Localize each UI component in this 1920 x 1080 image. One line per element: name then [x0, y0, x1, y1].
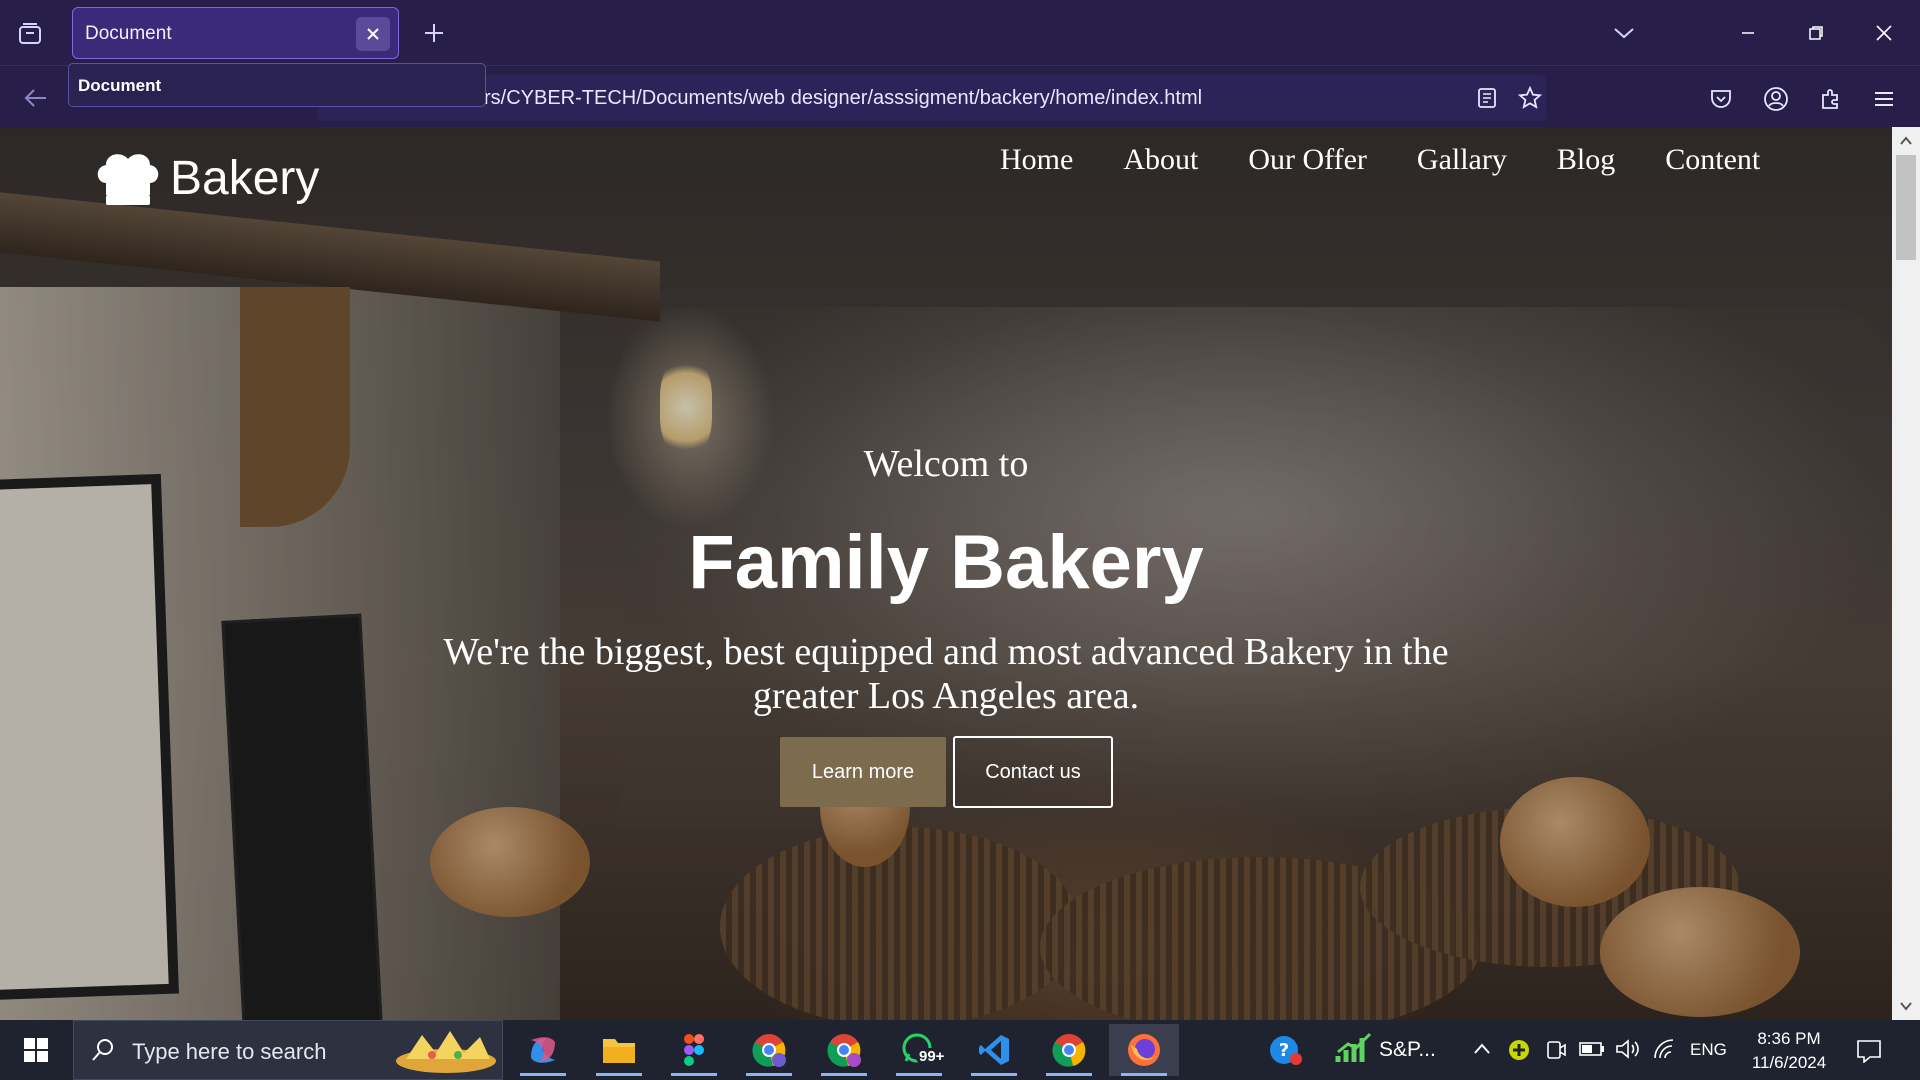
search-icon: [92, 1039, 113, 1061]
hero-subtitle: Welcom to: [863, 443, 1029, 485]
nav-gallary[interactable]: Gallary: [1417, 143, 1507, 177]
taskbar-chrome-icon[interactable]: [1034, 1024, 1104, 1076]
tab-list-icon[interactable]: [10, 14, 50, 54]
tray-app-icon[interactable]: [1507, 1038, 1531, 1067]
taskbar-copilot-icon[interactable]: [508, 1024, 578, 1076]
taskbar-firefox-icon[interactable]: [1109, 1024, 1179, 1076]
taskbar-file-explorer-icon[interactable]: [584, 1024, 654, 1076]
taskbar-search-box[interactable]: Type here to search: [73, 1020, 503, 1080]
hamburger-menu-icon[interactable]: [1867, 82, 1901, 116]
site-logo[interactable]: Bakery: [92, 149, 319, 207]
running-indicator: [596, 1073, 642, 1076]
back-arrow-icon[interactable]: [18, 80, 54, 116]
restore-window-icon[interactable]: [1782, 0, 1850, 65]
notification-center-icon[interactable]: [1850, 1034, 1888, 1068]
account-icon[interactable]: [1759, 82, 1793, 116]
nav-content[interactable]: Content: [1665, 143, 1760, 177]
meet-now-icon[interactable]: [1545, 1038, 1567, 1067]
page-scrollbar[interactable]: [1892, 127, 1920, 1020]
clock-date: 11/6/2024: [1751, 1053, 1827, 1072]
hero-description: We're the biggest, best equipped and mos…: [443, 631, 1449, 717]
browser-tab-bar: Document: [0, 0, 1920, 65]
close-window-icon[interactable]: [1850, 0, 1918, 65]
minimize-window-icon[interactable]: [1714, 0, 1782, 65]
windows-taskbar: Type here to search 99+ ? S&P... ENG 8:3…: [0, 1020, 1920, 1080]
running-indicator: [971, 1073, 1017, 1076]
wifi-icon[interactable]: [1652, 1038, 1678, 1067]
chef-hat-icon: [97, 154, 159, 205]
taskbar-chrome-profile-icon[interactable]: [809, 1024, 879, 1076]
language-indicator[interactable]: ENG: [1690, 1040, 1727, 1060]
taskbar-chrome-profile-icon[interactable]: [734, 1024, 804, 1076]
logo-text: Bakery: [170, 151, 320, 205]
chevron-down-icon[interactable]: [1608, 18, 1640, 48]
windows-start-icon[interactable]: [12, 1030, 60, 1070]
close-tab-icon[interactable]: [356, 17, 390, 51]
clock-time: 8:36 PM: [1757, 1029, 1821, 1048]
help-icon[interactable]: ?: [1268, 1032, 1304, 1073]
extensions-puzzle-icon[interactable]: [1814, 82, 1848, 116]
running-indicator: [1121, 1073, 1167, 1076]
stock-label[interactable]: S&P...: [1379, 1038, 1436, 1062]
running-indicator: [520, 1073, 566, 1076]
tab-title: Document: [85, 23, 172, 44]
taskbar-whatsapp-icon[interactable]: 99+: [884, 1024, 954, 1076]
tab-tooltip: Document: [68, 63, 486, 107]
running-indicator: [896, 1073, 942, 1076]
scroll-down-arrow-icon[interactable]: [1892, 992, 1920, 1020]
url-text[interactable]: rs/CYBER-TECH/Documents/web designer/ass…: [484, 87, 1202, 110]
page-viewport: Bakery Home About Our Offer Gallary Blog…: [0, 127, 1920, 1020]
scrollbar-thumb[interactable]: [1896, 155, 1916, 260]
search-placeholder: Type here to search: [132, 1039, 327, 1064]
svg-text:?: ?: [1279, 1040, 1289, 1061]
nav-our-offer[interactable]: Our Offer: [1248, 143, 1367, 177]
learn-more-button[interactable]: Learn more: [780, 737, 946, 807]
stock-chart-icon[interactable]: [1334, 1030, 1374, 1071]
whatsapp-badge: 99+: [916, 1048, 948, 1065]
reader-view-icon[interactable]: [1472, 83, 1502, 113]
contact-us-button[interactable]: Contact us: [953, 736, 1113, 808]
bookmark-star-icon[interactable]: [1514, 82, 1546, 114]
address-bar[interactable]: rs/CYBER-TECH/Documents/web designer/ass…: [318, 75, 1546, 121]
taskbar-figma-icon[interactable]: [659, 1024, 729, 1076]
taskbar-vscode-icon[interactable]: [959, 1024, 1029, 1076]
pocket-icon[interactable]: [1704, 82, 1738, 116]
nav-blog[interactable]: Blog: [1557, 143, 1615, 177]
new-tab-plus-icon[interactable]: [418, 17, 450, 49]
running-indicator: [671, 1073, 717, 1076]
scroll-up-arrow-icon[interactable]: [1892, 127, 1920, 155]
nav-home[interactable]: Home: [1000, 143, 1073, 177]
show-hidden-icons-chevron-icon[interactable]: [1473, 1040, 1491, 1061]
nav-about[interactable]: About: [1123, 143, 1198, 177]
volume-icon[interactable]: [1615, 1038, 1641, 1065]
search-highlight-illustration: [396, 1031, 496, 1073]
running-indicator: [821, 1073, 867, 1076]
taskbar-clock[interactable]: 8:36 PM 11/6/2024: [1744, 1027, 1834, 1075]
tab-document[interactable]: Document: [72, 7, 399, 59]
site-navigation: Home About Our Offer Gallary Blog Conten…: [1000, 143, 1760, 177]
running-indicator: [1046, 1073, 1092, 1076]
battery-icon[interactable]: [1579, 1040, 1605, 1063]
hero-title: Family Bakery: [688, 520, 1204, 605]
running-indicator: [746, 1073, 792, 1076]
